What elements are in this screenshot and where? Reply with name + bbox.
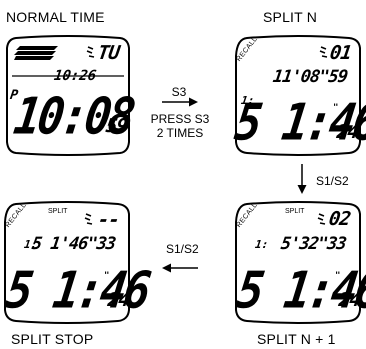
caption-split-stop: SPLIT STOP: [11, 331, 94, 347]
lcd-normal-time: TU 10:26 P 10:08 59: [4, 34, 136, 158]
split-quote: ": [335, 271, 341, 281]
bell-icon: [84, 213, 93, 225]
lap-mark: 1:: [254, 238, 270, 251]
seconds-display: 59: [104, 115, 129, 137]
lcd-split-n1: RECALL SPLIT 02 5'32"33 1: 5 1:46 " 24: [233, 200, 366, 326]
split-number: 01: [328, 42, 353, 64]
transition-press-s3-line1: PRESS S3: [150, 112, 210, 126]
lcd-split-n: RECALL 01 11'08"59 1: 5 1:46 " 24: [231, 34, 366, 158]
caption-normal-time: NORMAL TIME: [6, 9, 105, 25]
split-quote: ": [104, 271, 110, 281]
elapsed-time: 5 1'46"33: [30, 234, 117, 254]
bell-icon: [86, 46, 95, 58]
day-of-week: TU: [96, 42, 121, 64]
split-seconds: 24: [106, 289, 131, 311]
caption-split-n: SPLIT N: [263, 9, 318, 25]
split-quote: ": [333, 103, 339, 113]
split-seconds: 24: [335, 121, 360, 143]
split-label: SPLIT: [48, 208, 68, 215]
arrow-down-icon: [297, 164, 307, 194]
transition-press-s3-line2: 2 TIMES: [156, 126, 204, 140]
arrow-left-icon: [162, 263, 198, 273]
lcd-split-stop: RECALL SPLIT -- 5 1'46"33 1: 5 1:46 " 24: [2, 200, 152, 326]
transition-s1s2-left-label: S1/S2: [166, 242, 199, 256]
split-number: 02: [327, 208, 352, 230]
split-number: --: [96, 209, 121, 231]
caption-split-n1: SPLIT N + 1: [257, 331, 336, 347]
bell-icon: [317, 213, 326, 225]
split-label: SPLIT: [285, 208, 305, 215]
arrow-right-icon: [162, 97, 198, 107]
bell-icon: [319, 46, 328, 58]
lap-mark: 1:: [23, 238, 39, 251]
split-seconds: 24: [337, 289, 362, 311]
segment-bar-icon: [14, 46, 58, 60]
elapsed-time: 5'32"33: [279, 234, 348, 254]
elapsed-time: 11'08"59: [271, 67, 349, 87]
date-display: 10:26: [52, 68, 98, 84]
transition-s1s2-down-label: S1/S2: [316, 174, 349, 188]
